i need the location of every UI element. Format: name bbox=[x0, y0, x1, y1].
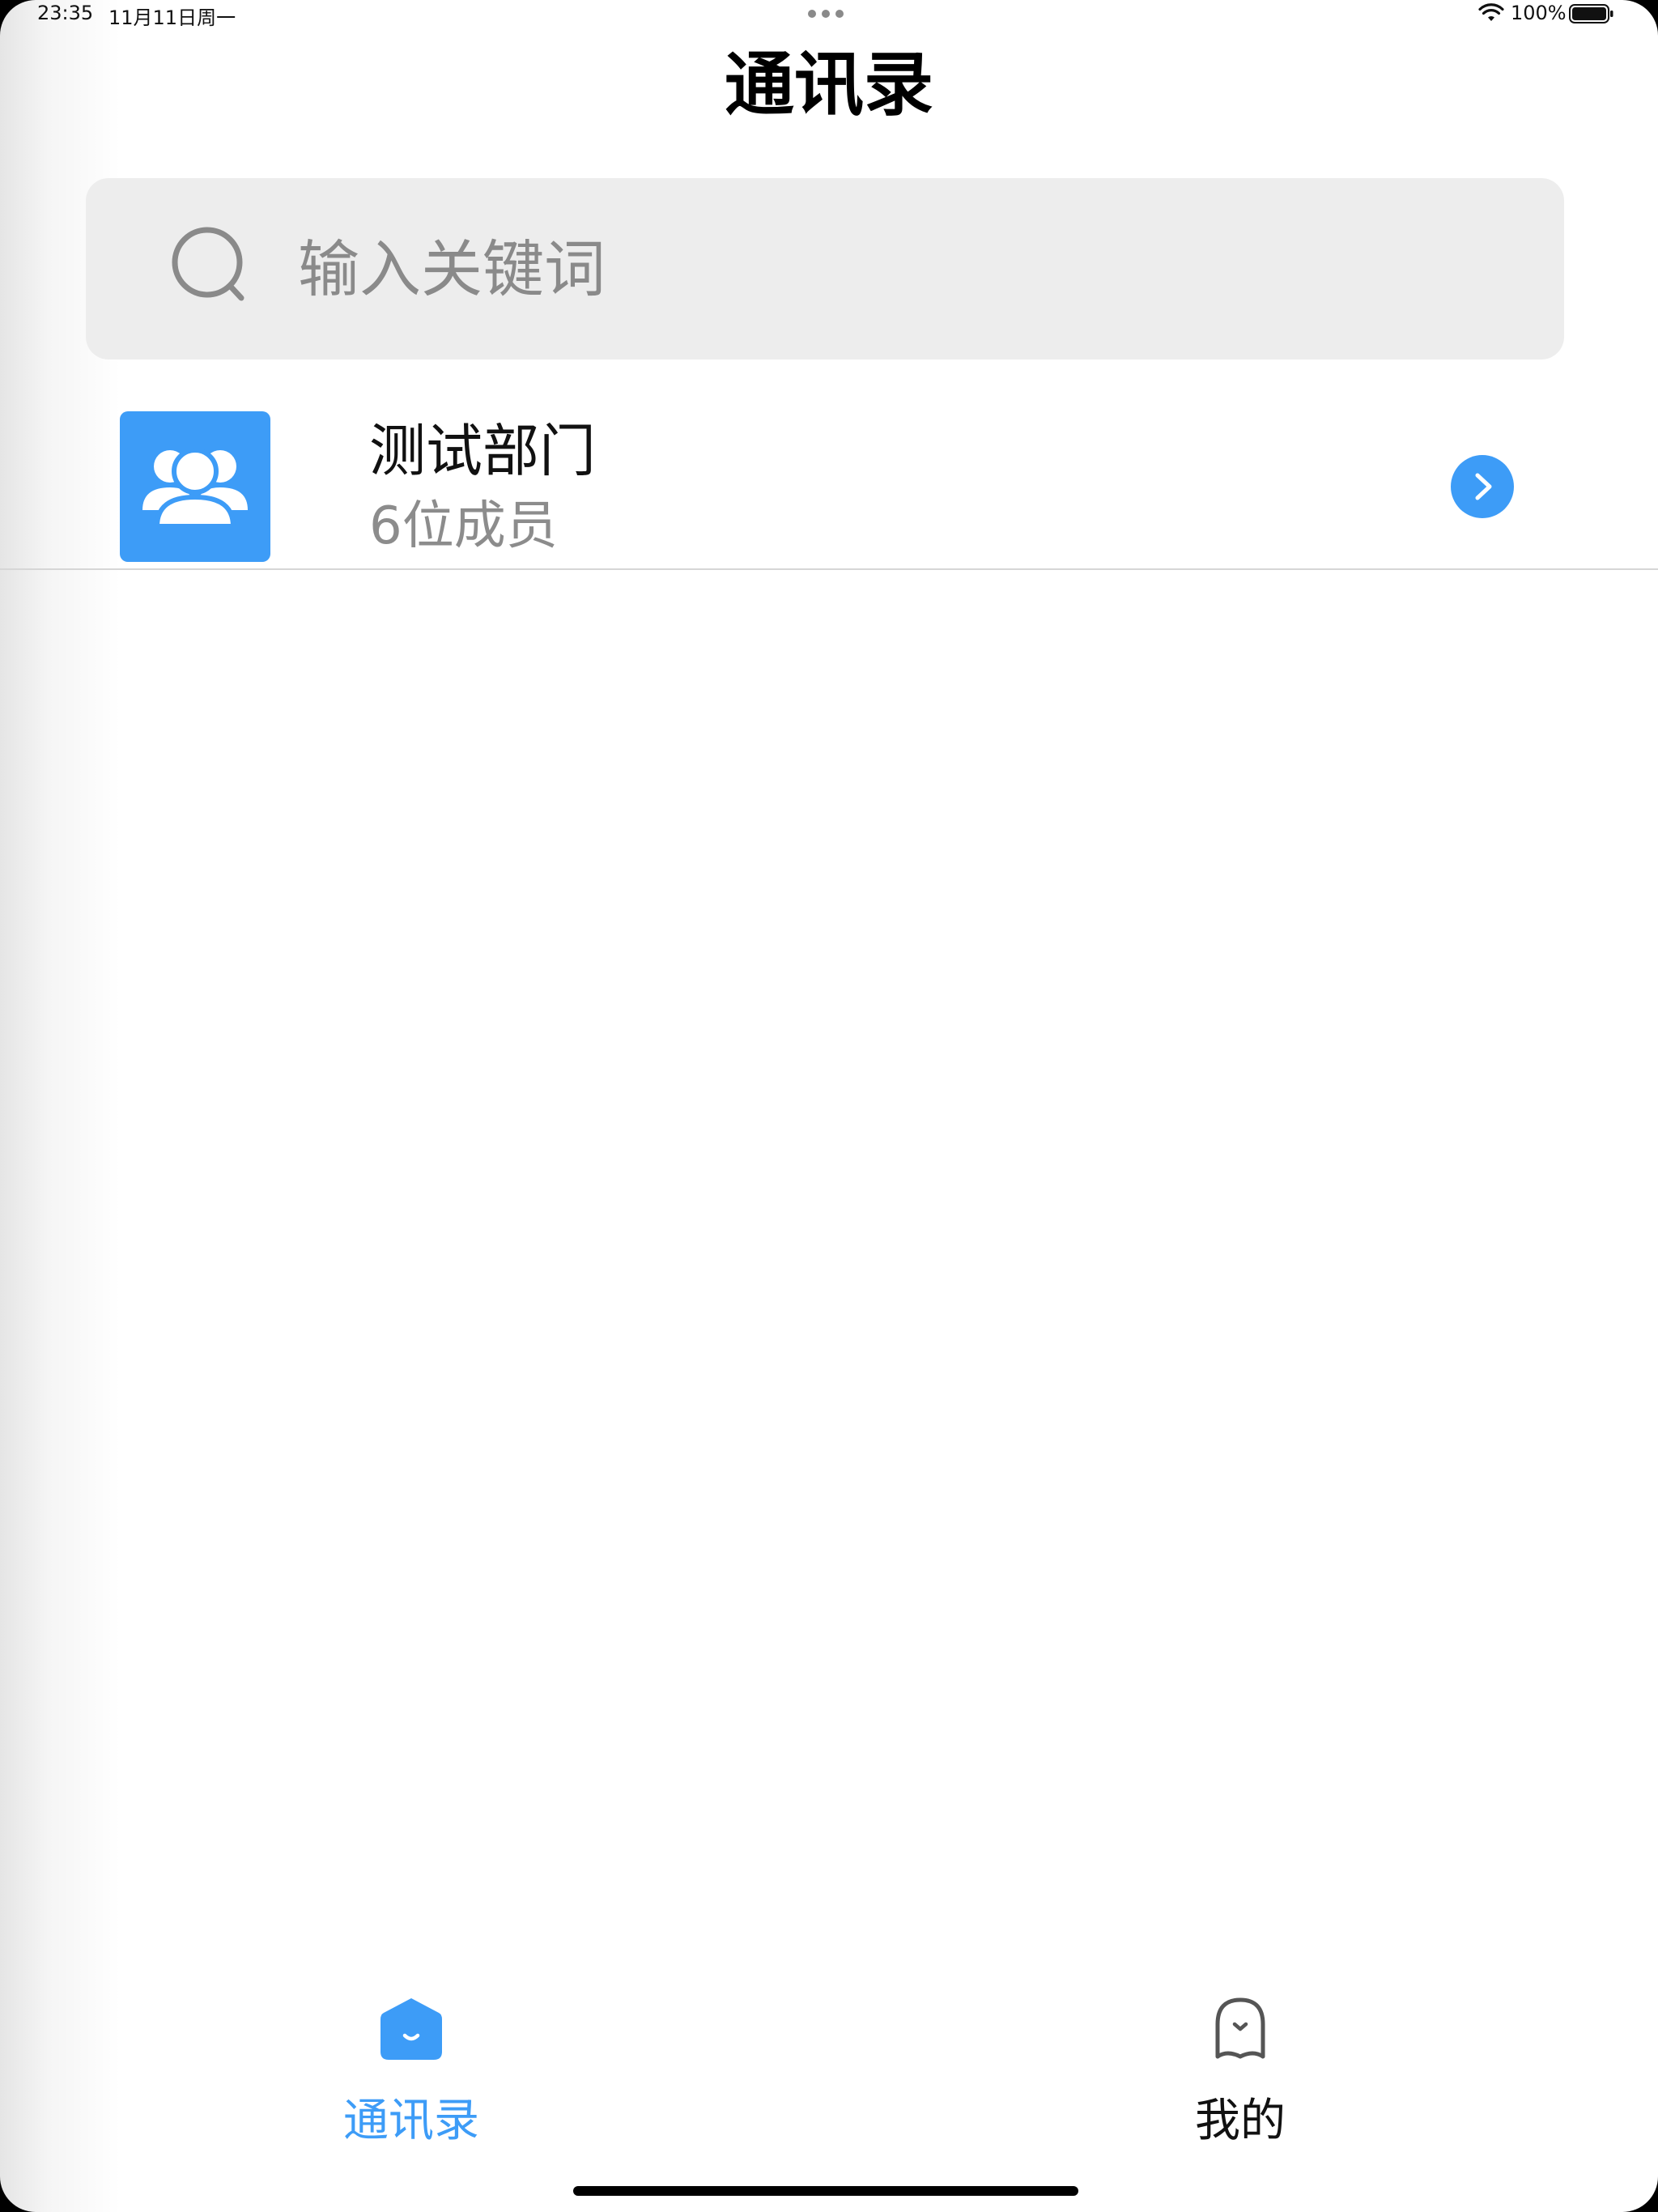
tab-bar: 通讯录 我的 bbox=[0, 1943, 1658, 2212]
wifi-icon bbox=[1478, 3, 1504, 21]
tab-contacts[interactable]: 通讯录 bbox=[290, 1995, 533, 2165]
group-icon bbox=[142, 448, 248, 529]
department-row[interactable]: 测试部门 6位成员 bbox=[0, 397, 1658, 570]
department-open-button[interactable] bbox=[1451, 455, 1514, 518]
department-member-count: 6位成员 bbox=[369, 496, 558, 556]
search-bar[interactable] bbox=[86, 178, 1564, 359]
profile-icon bbox=[1215, 1997, 1265, 2059]
multitasking-dots-icon[interactable] bbox=[808, 10, 844, 18]
page-title: 通讯录 bbox=[725, 45, 933, 125]
home-indicator[interactable] bbox=[573, 2186, 1078, 2196]
department-name: 测试部门 bbox=[369, 418, 596, 484]
search-input[interactable] bbox=[298, 222, 1512, 316]
battery-percent: 100% bbox=[1511, 2, 1567, 24]
department-avatar bbox=[120, 411, 270, 562]
tab-mine[interactable]: 我的 bbox=[1119, 1995, 1362, 2165]
app-screen: 23:35 11月11日周一 100% 通讯录 输入关键词 测试部门 6位成员 … bbox=[0, 0, 1658, 2212]
tab-contacts-label: 通讯录 bbox=[343, 2095, 479, 2147]
tab-mine-label: 我的 bbox=[1195, 2095, 1286, 2147]
battery-icon bbox=[1569, 4, 1613, 23]
chevron-right-icon bbox=[1475, 473, 1492, 500]
contacts-home-icon bbox=[380, 1998, 442, 2060]
search-icon bbox=[172, 227, 244, 301]
status-time: 23:35 bbox=[37, 2, 94, 24]
status-date: 11月11日周一 bbox=[108, 6, 236, 29]
